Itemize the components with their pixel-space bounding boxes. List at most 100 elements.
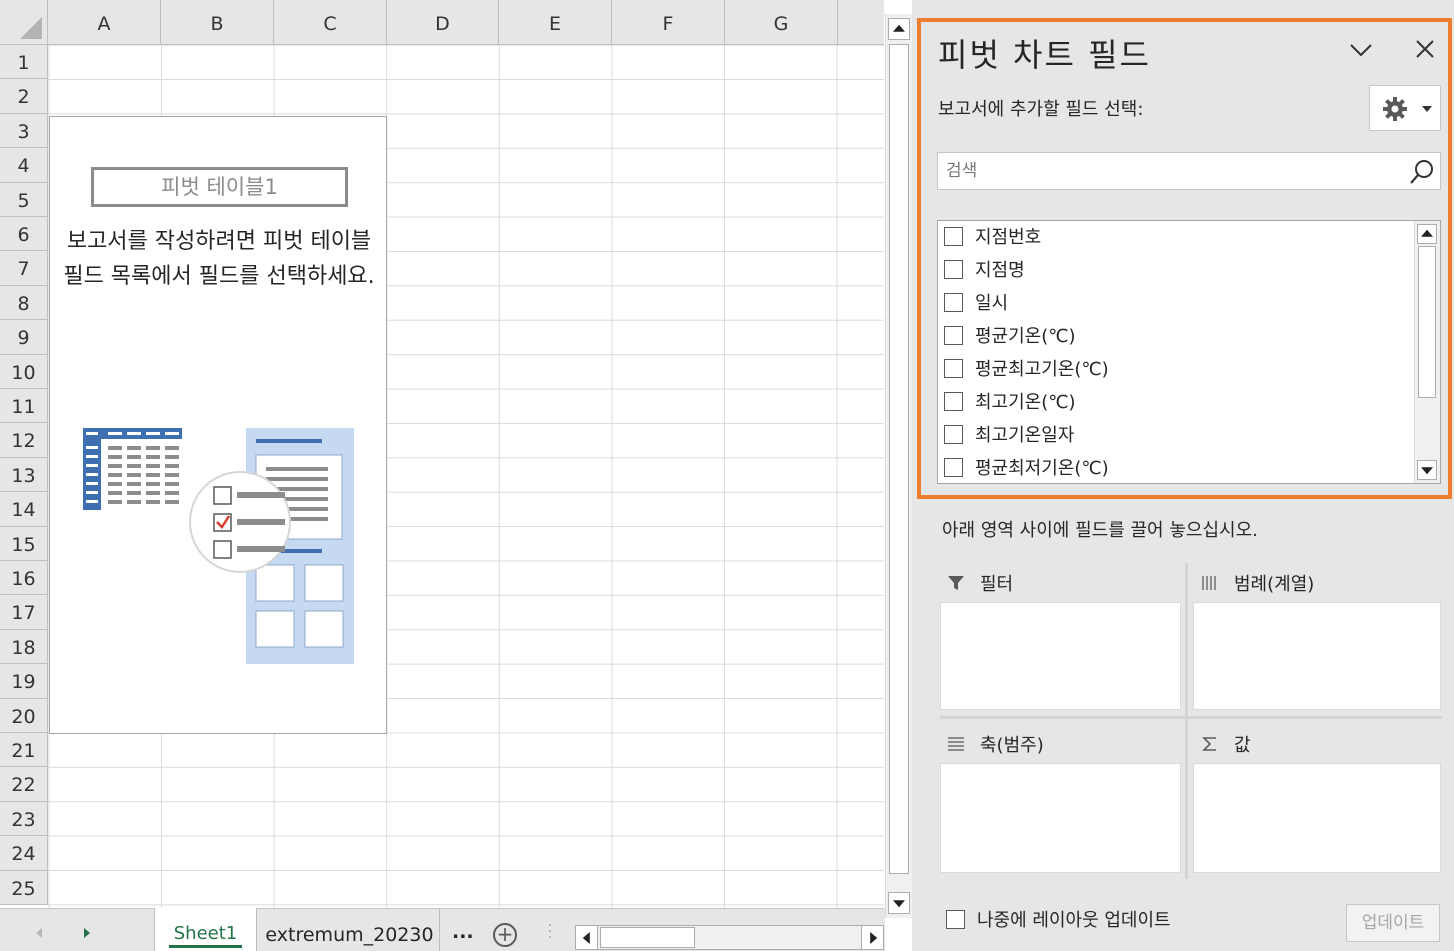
field-list-scroll-down[interactable] xyxy=(1417,460,1437,480)
row-header[interactable]: 9 xyxy=(0,320,48,355)
row-header[interactable]: 1 xyxy=(0,45,48,80)
field-list[interactable]: 지점번호 지점명 일시 평균기온(℃) 평균최고기온(℃) 최고기온(℃) 최고… xyxy=(937,220,1441,484)
close-icon xyxy=(1416,40,1434,58)
axis-drop-area[interactable] xyxy=(940,763,1181,873)
row-header[interactable]: 7 xyxy=(0,251,48,286)
sheet-vertical-scrollbar[interactable] xyxy=(885,14,912,918)
column-header-c[interactable]: C xyxy=(274,0,387,45)
row-header[interactable]: 17 xyxy=(0,595,48,630)
field-item[interactable]: 최고기온(℃) xyxy=(944,386,1076,416)
values-drop-area[interactable] xyxy=(1193,763,1441,873)
tab-sheet1[interactable]: Sheet1 xyxy=(154,908,257,951)
row-header[interactable]: 23 xyxy=(0,801,48,837)
search-icon[interactable] xyxy=(1408,158,1436,190)
tab-extremum[interactable]: extremum_20230 xyxy=(260,909,440,951)
row-header[interactable]: 24 xyxy=(0,836,48,871)
pivot-illustration xyxy=(80,425,360,679)
scroll-right-button[interactable] xyxy=(861,926,883,949)
column-header-a[interactable]: A xyxy=(48,0,161,45)
area-divider xyxy=(940,716,1442,719)
next-sheet-icon[interactable] xyxy=(84,928,90,938)
field-item[interactable]: 일시 xyxy=(944,287,1008,317)
field-checkbox[interactable] xyxy=(944,259,963,279)
pane-title: 피벗 차트 필드 xyxy=(938,36,1151,74)
scroll-left-button[interactable] xyxy=(576,926,598,949)
field-search-input[interactable] xyxy=(946,156,1396,186)
select-all-corner[interactable] xyxy=(0,0,48,45)
scroll-thumb[interactable] xyxy=(889,44,909,874)
rows-icon xyxy=(946,735,966,753)
pane-options-button[interactable] xyxy=(1346,36,1376,64)
worksheet[interactable]: A B C D E F G 1 2 3 4 5 6 7 8 9 10 11 12 13 14 15 16 17 1… xyxy=(0,0,884,908)
row-header[interactable]: 11 xyxy=(0,389,48,424)
row-header[interactable]: 12 xyxy=(0,423,48,458)
row-header[interactable]: 15 xyxy=(0,526,48,561)
row-header[interactable]: 16 xyxy=(0,561,48,596)
horizontal-scroll-thumb[interactable] xyxy=(600,927,695,948)
field-item[interactable]: 평균최저기온(℃) xyxy=(944,452,1109,482)
field-list-scroll-thumb[interactable] xyxy=(1418,246,1436,398)
row-header[interactable]: 8 xyxy=(0,285,48,321)
field-item[interactable]: 지점명 xyxy=(944,254,1025,284)
field-checkbox[interactable] xyxy=(944,391,963,411)
more-tabs-button[interactable]: ... xyxy=(452,909,476,951)
row-header[interactable]: 3 xyxy=(0,113,48,149)
filter-icon xyxy=(946,574,966,592)
row-header[interactable]: 22 xyxy=(0,767,48,802)
column-header-e[interactable]: E xyxy=(499,0,612,45)
row-header[interactable]: 4 xyxy=(0,148,48,183)
field-item[interactable]: 최고기온일자 xyxy=(944,419,1074,449)
update-button[interactable]: 업데이트 xyxy=(1346,904,1440,942)
row-header[interactable]: 10 xyxy=(0,354,48,389)
defer-layout-checkbox[interactable] xyxy=(946,909,965,929)
arrow-right-icon xyxy=(869,931,877,944)
field-checkbox[interactable] xyxy=(944,226,963,246)
defer-layout-update[interactable]: 나중에 레이아웃 업데이트 xyxy=(946,906,1171,932)
legend-drop-area[interactable] xyxy=(1193,602,1441,710)
close-pane-button[interactable] xyxy=(1410,36,1440,64)
pivot-table-placeholder[interactable]: 피벗 테이블1 보고서를 작성하려면 피벗 테이블 필드 목록에서 필드를 선택… xyxy=(49,116,387,734)
area-divider xyxy=(1185,563,1188,879)
column-header-g[interactable]: G xyxy=(725,0,838,45)
field-checkbox[interactable] xyxy=(944,292,963,312)
field-list-scrollbar[interactable] xyxy=(1414,221,1440,483)
sheet-horizontal-scrollbar[interactable] xyxy=(575,925,884,950)
prev-sheet-icon[interactable] xyxy=(36,928,42,938)
column-header-h[interactable] xyxy=(838,0,884,45)
field-checkbox[interactable] xyxy=(944,325,963,345)
field-checkbox[interactable] xyxy=(944,424,963,444)
filter-drop-area[interactable] xyxy=(940,602,1181,710)
field-label: 일시 xyxy=(975,293,1009,314)
field-checkbox[interactable] xyxy=(944,358,963,378)
column-header-d[interactable]: D xyxy=(387,0,499,45)
column-header-f[interactable]: F xyxy=(612,0,725,45)
row-header[interactable]: 20 xyxy=(0,698,48,733)
field-item[interactable]: 평균최고기온(℃) xyxy=(944,353,1109,383)
drag-hint: 아래 영역 사이에 필드를 끌어 놓으십시오. xyxy=(942,520,1258,541)
field-label: 평균기온(℃) xyxy=(975,326,1076,347)
field-list-scroll-up[interactable] xyxy=(1417,224,1437,244)
row-header[interactable]: 5 xyxy=(0,182,48,217)
add-sheet-icon[interactable]: + xyxy=(493,923,517,947)
row-header[interactable]: 2 xyxy=(0,79,48,114)
row-header[interactable]: 19 xyxy=(0,664,48,699)
field-item[interactable]: 지점번호 xyxy=(944,221,1041,251)
pivot-placeholder-message: 보고서를 작성하려면 피벗 테이블 필드 목록에서 필드를 선택하세요. xyxy=(63,229,375,289)
row-header[interactable]: 6 xyxy=(0,217,48,252)
field-checkbox[interactable] xyxy=(944,457,963,477)
area-label-axis: 축(범주) xyxy=(946,731,1044,757)
scroll-down-button[interactable] xyxy=(888,892,910,914)
field-item[interactable]: 평균기온(℃) xyxy=(944,320,1076,350)
area-label-legend: 범례(계열) xyxy=(1200,570,1314,596)
row-header[interactable]: 21 xyxy=(0,733,48,768)
row-header[interactable]: 14 xyxy=(0,492,48,527)
row-header[interactable]: 13 xyxy=(0,457,48,493)
row-header[interactable]: 25 xyxy=(0,870,48,905)
row-header[interactable]: 18 xyxy=(0,629,48,665)
tab-split-handle[interactable]: · · · xyxy=(546,919,554,945)
column-header-b[interactable]: B xyxy=(161,0,274,45)
scroll-up-button[interactable] xyxy=(888,18,910,40)
field-label: 평균최저기온(℃) xyxy=(975,458,1109,479)
field-search[interactable] xyxy=(937,152,1441,190)
tools-button[interactable] xyxy=(1369,85,1441,131)
